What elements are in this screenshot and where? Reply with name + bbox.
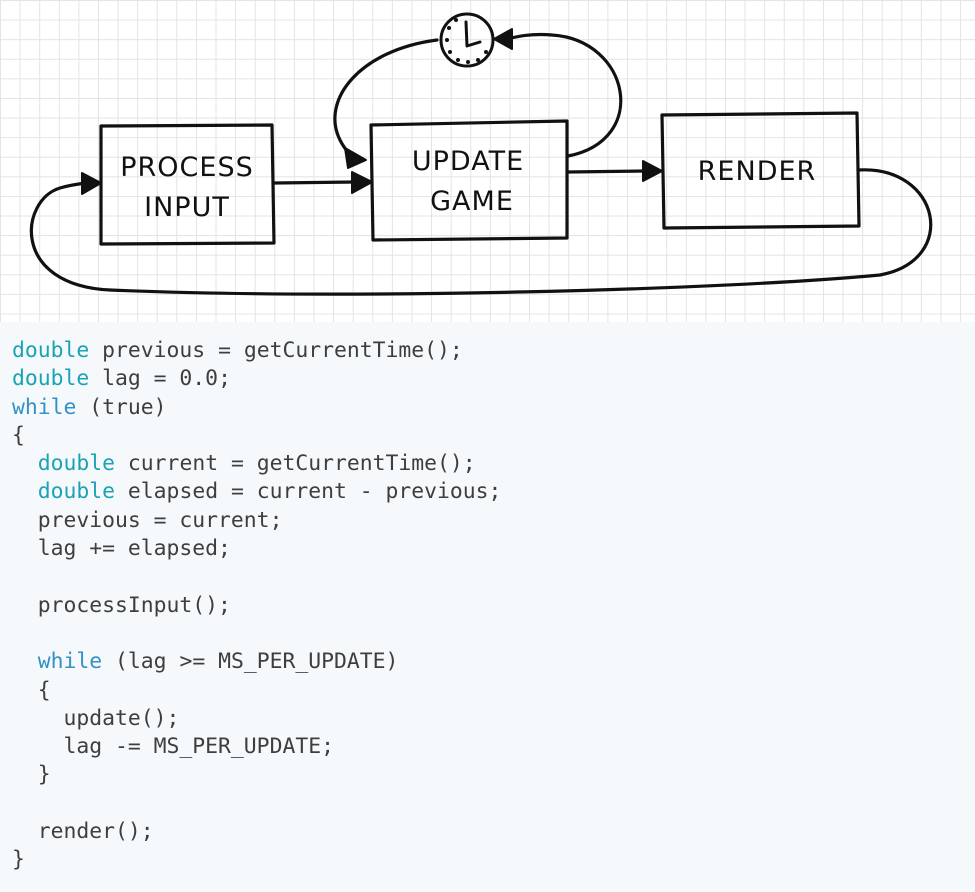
- code-line: double lag = 0.0;: [12, 365, 975, 393]
- code-line: while (true): [12, 394, 975, 422]
- code-line: while (lag >= MS_PER_UPDATE): [12, 648, 975, 676]
- process-input-box: [99, 123, 276, 246]
- code-token: render();: [12, 819, 154, 845]
- code-line: }: [12, 846, 975, 874]
- code-token: processInput();: [12, 592, 231, 618]
- code-line: double previous = getCurrentTime();: [12, 337, 975, 365]
- code-token: }: [12, 762, 51, 788]
- arrow-input-to-update: [273, 180, 357, 185]
- code-panel: double previous = getCurrentTime(); doubl…: [0, 322, 975, 892]
- arrow-update-to-render: [566, 169, 647, 174]
- update-game-label-line1: UPDATE: [412, 146, 524, 177]
- arrowhead-into-clock: [493, 28, 513, 50]
- process-input-label-line2: INPUT: [144, 192, 230, 223]
- code-token: {: [12, 677, 51, 703]
- code-token: elapsed = current - previous;: [115, 479, 502, 505]
- update-game-box: [369, 119, 569, 242]
- code-block: double previous = getCurrentTime(); doubl…: [0, 322, 975, 875]
- code-line: double current = getCurrentTime();: [12, 450, 975, 478]
- code-token: current = getCurrentTime();: [115, 451, 476, 477]
- code-line: render();: [12, 818, 975, 846]
- code-line: {: [12, 677, 975, 705]
- code-line: processInput();: [12, 592, 975, 620]
- process-input-label-line1: PROCESS: [120, 152, 253, 183]
- arrowhead-update-to-render: [642, 160, 663, 182]
- code-keyword-token: while: [12, 394, 77, 420]
- code-line: previous = current;: [12, 507, 975, 535]
- code-token: {: [12, 422, 25, 448]
- update-loop-curve: [500, 32, 623, 158]
- code-line: double elapsed = current - previous;: [12, 478, 975, 506]
- code-type-token: double: [12, 366, 90, 392]
- code-token: }: [12, 847, 25, 873]
- arrowhead-into-input: [81, 172, 102, 195]
- code-token: (true): [76, 394, 167, 420]
- clock-hands: [464, 20, 482, 48]
- code-token: lag += elapsed;: [12, 536, 231, 562]
- arrowhead-input-to-update: [351, 171, 373, 194]
- code-line: lag += elapsed;: [12, 535, 975, 563]
- code-token: lag -= MS_PER_UPDATE;: [12, 734, 334, 760]
- code-line: update();: [12, 705, 975, 733]
- code-token: update();: [12, 705, 180, 731]
- code-line: {: [12, 422, 975, 450]
- diagram-svg: PROCESS INPUT UPDATE GAME RENDER: [29, 12, 933, 296]
- code-type-token: double: [12, 338, 90, 363]
- page: PROCESS INPUT UPDATE GAME RENDER double …: [0, 0, 975, 892]
- code-keyword-token: while: [37, 649, 103, 675]
- code-line: }: [12, 761, 975, 789]
- update-game-label-line2: GAME: [430, 186, 514, 217]
- render-label: RENDER: [698, 156, 817, 187]
- code-token: previous = getCurrentTime();: [89, 338, 463, 363]
- code-line: lag -= MS_PER_UPDATE;: [12, 733, 975, 761]
- code-token: (lag >= MS_PER_UPDATE): [102, 649, 399, 675]
- code-token: lag = 0.0;: [89, 366, 231, 392]
- arrowhead-into-update: [344, 147, 367, 169]
- code-type-token: double: [37, 479, 116, 505]
- update-loop-return-curve: [333, 38, 439, 160]
- game-loop-diagram: PROCESS INPUT UPDATE GAME RENDER: [0, 0, 975, 322]
- code-token: previous = current;: [12, 507, 283, 533]
- code-type-token: double: [37, 451, 116, 477]
